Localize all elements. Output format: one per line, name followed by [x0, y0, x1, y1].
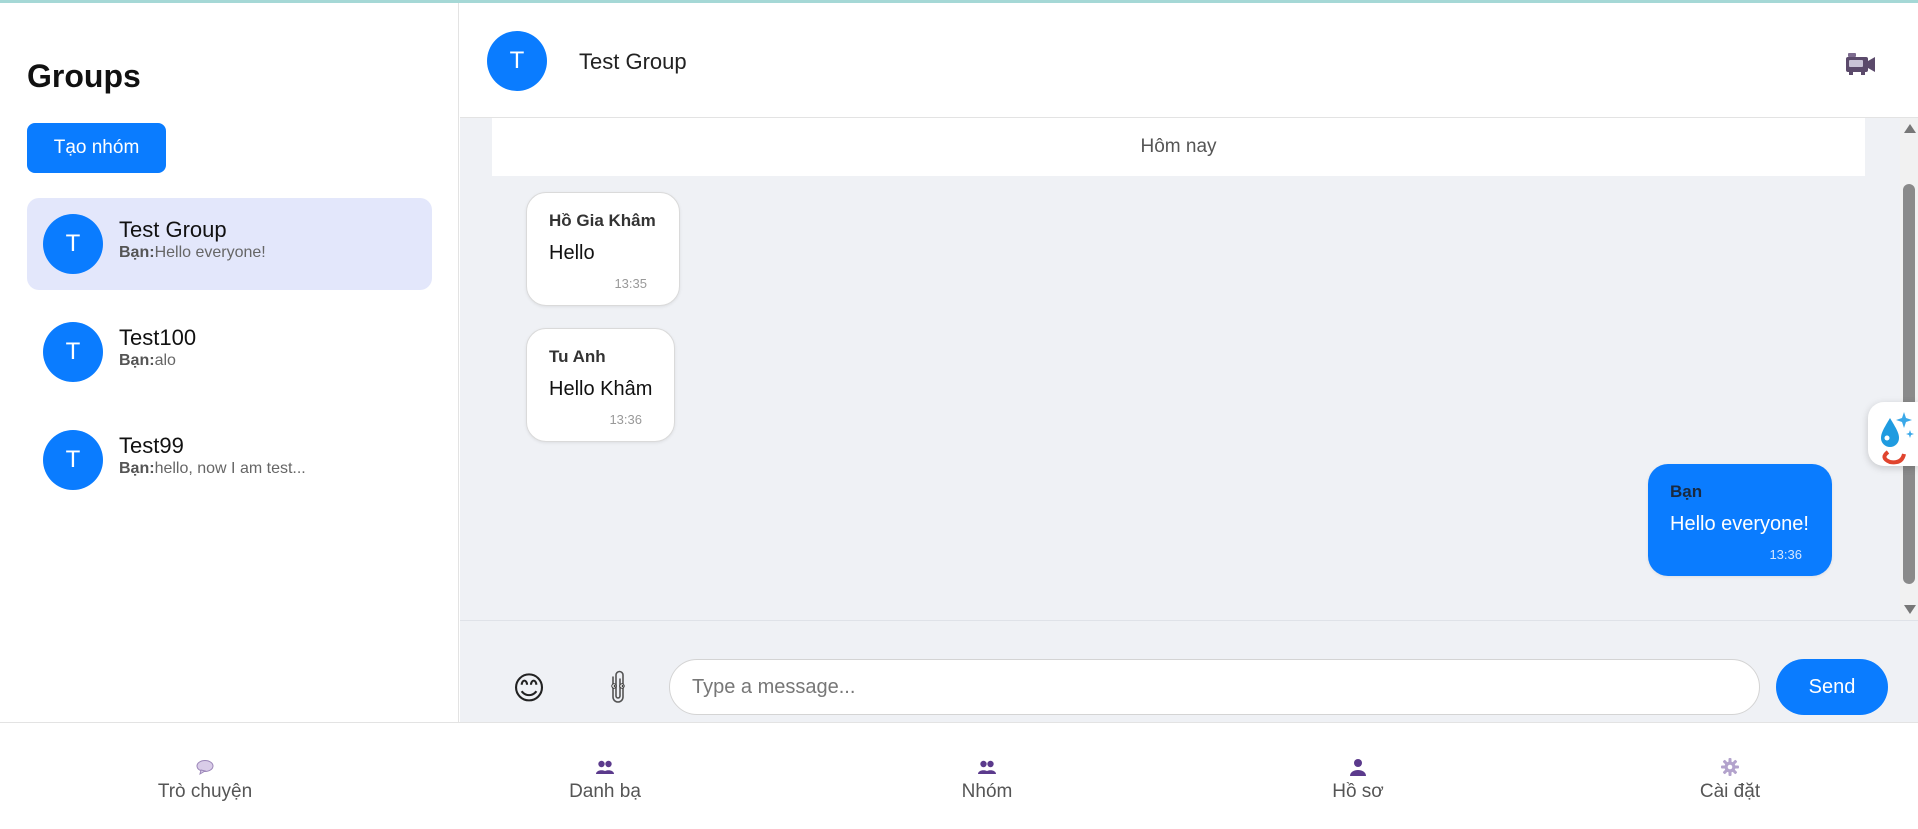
group-icon	[978, 760, 996, 774]
nav-label: Nhóm	[961, 781, 1013, 802]
avatar: T	[43, 214, 103, 274]
profile-icon	[1350, 759, 1366, 776]
last-message-sender: Bạn:	[119, 460, 155, 477]
group-item-test-group[interactable]: T Test Group Bạn:Hello everyone!	[27, 198, 432, 290]
scroll-down-arrow-icon[interactable]	[1904, 605, 1916, 614]
chat-avatar: T	[487, 31, 547, 91]
message-time: 13:35	[614, 276, 647, 291]
group-name: Test99	[119, 433, 184, 458]
message-time: 13:36	[609, 412, 642, 427]
group-item-test100[interactable]: T Test100 Bạn:alo	[27, 306, 432, 398]
avatar: T	[43, 322, 103, 382]
group-item-test99[interactable]: T Test99 Bạn:hello, now I am test...	[27, 414, 432, 506]
settings-gear-icon	[1721, 758, 1739, 776]
nav-item-contacts[interactable]: Danh bạ	[505, 723, 705, 829]
nav-item-settings[interactable]: Cài đặt	[1630, 723, 1830, 829]
message-input[interactable]	[669, 659, 1760, 715]
nav-label: Hồ sơ	[1332, 781, 1384, 802]
message-sender: Bạn	[1670, 482, 1703, 501]
composer: 😊 Send	[460, 620, 1918, 722]
avatar: T	[43, 430, 103, 490]
nav-item-chats[interactable]: Trò chuyện	[105, 723, 305, 829]
group-last-message: Bạn:Hello everyone!	[119, 244, 266, 262]
nav-label: Cài đặt	[1699, 781, 1761, 802]
message-sender: Hồ Gia Khâm	[549, 211, 656, 230]
contacts-icon	[596, 760, 614, 774]
date-separator: Hôm nay	[492, 118, 1865, 176]
message-sender: Tu Anh	[549, 347, 606, 366]
group-last-message: Bạn:alo	[119, 352, 176, 370]
group-name: Test Group	[119, 217, 227, 242]
floating-extension-widget[interactable]	[1868, 402, 1918, 466]
group-name: Test100	[119, 325, 197, 350]
nav-label: Trò chuyện	[157, 781, 253, 802]
scroll-thumb[interactable]	[1903, 184, 1915, 584]
send-button[interactable]: Send	[1776, 659, 1888, 715]
message-bubble[interactable]: Tu Anh Hello Khâm 13:36	[526, 328, 675, 442]
message-list[interactable]: Hôm nay Hồ Gia Khâm Hello 13:35 Tu Anh H…	[460, 118, 1900, 620]
last-message-text: Hello everyone!	[154, 244, 266, 261]
chat-title: Test Group	[579, 49, 687, 74]
last-message-text: hello, now I am test...	[154, 460, 306, 477]
message-scrollbar[interactable]	[1900, 118, 1918, 620]
message-text: Hello	[549, 242, 595, 264]
water-drop-sparkle-icon	[1881, 412, 1914, 465]
nav-label: Danh bạ	[569, 781, 641, 802]
video-camera-icon[interactable]	[1843, 51, 1877, 77]
message-text: Hello Khâm	[549, 378, 653, 400]
sidebar-title: Groups	[27, 58, 141, 94]
chat-bubble-icon	[196, 760, 214, 776]
message-time: 13:36	[1769, 547, 1802, 562]
bottom-navigation: Trò chuyện Danh bạ Nhóm Hồ sơ Cài đặt	[0, 722, 1918, 829]
paperclip-icon[interactable]	[601, 669, 635, 707]
scroll-up-arrow-icon[interactable]	[1904, 124, 1916, 133]
last-message-sender: Bạn:	[119, 244, 155, 261]
create-group-button[interactable]: Tạo nhóm	[27, 123, 166, 173]
my-message-bubble[interactable]: Bạn Hello everyone! 13:36	[1648, 464, 1832, 576]
nav-item-profile[interactable]: Hồ sơ	[1258, 723, 1458, 829]
message-text: Hello everyone!	[1670, 513, 1809, 535]
chat-header: T Test Group	[460, 3, 1918, 118]
group-last-message: Bạn:hello, now I am test...	[119, 460, 306, 478]
emoji-icon[interactable]: 😊	[510, 669, 548, 707]
nav-item-groups[interactable]: Nhóm	[887, 723, 1087, 829]
message-bubble[interactable]: Hồ Gia Khâm Hello 13:35	[526, 192, 680, 306]
last-message-text: alo	[154, 352, 176, 369]
last-message-sender: Bạn:	[119, 352, 155, 369]
groups-sidebar: Groups Tạo nhóm T Test Group Bạn:Hello e…	[0, 3, 459, 722]
